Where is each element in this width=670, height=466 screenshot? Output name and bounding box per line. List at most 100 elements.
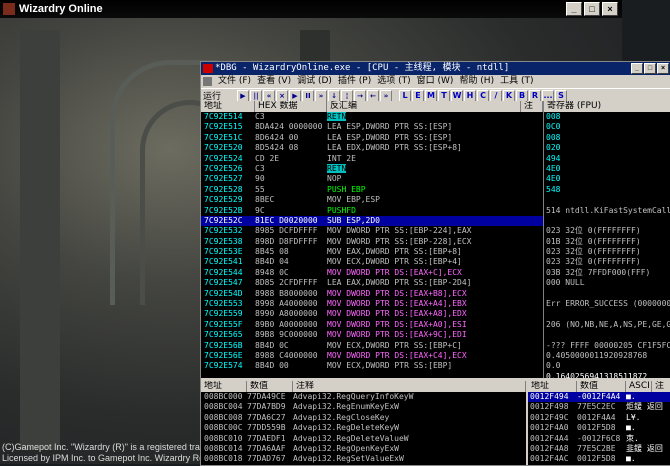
table-row[interactable]: 7C92E528 55 PUSH EBP [201,185,543,195]
stack-column-value[interactable]: 数值 [577,381,626,392]
table-row[interactable]: 7C92E53E 8B45 08 MOV EAX,DWORD PTR SS:[EBP… [201,247,543,257]
toolbar-button[interactable]: ▶ [237,89,249,102]
registers-pane[interactable]: 寄存器 (FPU) 008 0C0 008 020 494 4E0 4E0 548 514 nt… [543,101,670,422]
toolbar-button[interactable]: || [250,89,262,102]
table-row[interactable]: 7C92E52C 81EC D0020000 SUB ESP,2D0 [201,215,543,227]
debugger-maximize-button[interactable]: □ [644,63,656,74]
toolbar-window-button[interactable]: ... [542,89,554,102]
column-comment[interactable]: 注 [521,101,543,112]
dump-column-comment[interactable]: 注释 [293,381,526,392]
table-row[interactable]: 7C92E54D 8988 B8000000 MOV DWORD PTR DS:[E… [201,289,543,299]
table-row[interactable]: 7C92E532 8985 DCFDFFFF MOV DWORD PTR SS:[E… [201,226,543,236]
table-row[interactable]: 7C92E514 C3 RETN [201,112,543,122]
registers-title[interactable]: 寄存器 (FPU) [544,101,670,112]
menu-item[interactable]: 窗口 (W) [417,76,454,86]
table-row[interactable]: 0012F4A4 -0012F6C8 朿. [528,434,670,444]
toolbar-button[interactable]: ← [367,89,379,102]
toolbar-button[interactable]: « [263,89,275,102]
table-row[interactable]: 7C92E565 89B8 9C000000 MOV DWORD PTR DS:[E… [201,330,543,340]
table-row[interactable]: 0012F498 77E5C2EC 炬鍰 返回 [528,402,670,412]
toolbar-window-button[interactable]: E [412,89,424,102]
toolbar-button[interactable]: ¦ [341,89,353,102]
minimize-button[interactable]: _ [566,2,582,16]
table-row[interactable]: 7C92E55F 89B0 A0000000 MOV DWORD PTR DS:[E… [201,320,543,330]
toolbar-window-button[interactable]: R [529,89,541,102]
table-row[interactable]: 7C92E527 90 NOP [201,174,543,184]
debugger-window[interactable]: *DBG - WizardryOnline.exe - [CPU - 主线程, … [200,61,670,466]
table-row[interactable]: 7C92E574 8B4D 00 MOV ECX,DWORD PTR SS:[EBP… [201,361,543,371]
table-row[interactable]: 7C92E544 8948 0C MOV DWORD PTR DS:[EAX+C],… [201,268,543,278]
table-row[interactable]: 7C92E529 8BEC MOV EBP,ESP [201,195,543,205]
toolbar-button[interactable]: ↓ [328,89,340,102]
table-row[interactable]: 0012F4A8 77E5C2BE 韭鍰 返回 [528,444,670,454]
toolbar-window-button[interactable]: S [555,89,567,102]
cpu-disassembly-pane[interactable]: 地址 HEX 数据 反汇编 注 7C92E514 C3 RETN 7C92E515 8D… [201,101,543,378]
toolbar-window-button[interactable]: L [399,89,411,102]
maximize-button[interactable]: □ [584,2,600,16]
table-row[interactable]: 7C92E56E 8988 C4000000 MOV DWORD PTR DS:[E… [201,351,543,361]
table-row[interactable]: 0012F494 -0012F4A4 ■. [528,392,670,403]
table-row[interactable]: 7C92E559 8990 A8000000 MOV DWORD PTR DS:[E… [201,309,543,319]
stack-column-ascii[interactable]: ASCI [626,381,652,392]
dump-column-value[interactable]: 数值 [247,381,293,392]
table-row[interactable]: 7C92E553 8998 A4000000 MOV DWORD PTR DS:[E… [201,299,543,309]
table-row[interactable]: 7C92E56B 8B4D 0C MOV ECX,DWORD PTR SS:[EBP… [201,341,543,351]
table-row[interactable]: 7C92E515 8DA424 0000000 LEA ESP,DWORD PTR … [201,122,543,132]
dump-column-address[interactable]: 地址 [201,381,247,392]
table-row[interactable]: 0012F4AC 0012F5D8 ■. [528,454,670,464]
column-address[interactable]: 地址 [201,101,255,112]
menu-item[interactable]: 帮助 (H) [459,76,494,86]
toolbar-window-button[interactable]: / [490,89,502,102]
table-row[interactable]: 7C92E524 CD 2E INT 2E [201,154,543,164]
table-row[interactable]: 0012F4A0 0012F5D8 ■. [528,423,670,433]
table-row[interactable]: 7C92E526 C3 RETN [201,163,543,174]
document-icon[interactable] [203,77,212,86]
menu-item[interactable]: 查看 (V) [257,76,291,86]
menu-item[interactable]: 工具 (T) [500,76,533,86]
close-button[interactable]: × [602,2,618,16]
debugger-close-button[interactable]: × [657,63,669,74]
toolbar-window-button[interactable]: C [477,89,489,102]
toolbar-window-button[interactable]: H [464,89,476,102]
table-row[interactable]: 7C92E52B 9C PUSHFD [201,206,543,216]
stack-column-comment[interactable]: 注 [652,381,670,392]
toolbar-window-button[interactable]: B [516,89,528,102]
toolbar-window-button[interactable]: T [438,89,450,102]
toolbar-button[interactable]: » [315,89,327,102]
menu-item[interactable]: 调试 (D) [297,76,332,86]
toolbar-window-button[interactable]: W [451,89,463,102]
debugger-minimize-button[interactable]: _ [631,63,643,74]
dump-pane[interactable]: 地址 数值 注释 008BC000 77DA49CE Advapi32.RegQue… [201,381,526,465]
debugger-titlebar[interactable]: *DBG - WizardryOnline.exe - [CPU - 主线程, … [201,62,670,75]
menu-item[interactable]: 文件 (F) [218,76,251,86]
table-row[interactable]: 008BC00C 77DD559B Advapi32.RegDeleteKeyW [201,423,526,433]
toolbar-button[interactable]: → [354,89,366,102]
toolbar-button[interactable]: II [302,89,314,102]
table-row[interactable]: 7C92E541 8B4D 04 MOV ECX,DWORD PTR SS:[EBP… [201,257,543,267]
row-hex: 8B45 08 [255,247,289,257]
game-window-titlebar[interactable]: Wizardry Online _ □ × [0,0,622,18]
table-row[interactable]: 7C92E520 8D5424 08 LEA EDX,DWORD PTR SS:[E… [201,143,543,153]
menu-item[interactable]: 插件 (P) [338,76,371,86]
table-row[interactable]: 7C92E51C 8D6424 00 LEA ESP,DWORD PTR SS:[E… [201,133,543,143]
toolbar-button[interactable]: × [276,89,288,102]
table-row[interactable]: 008BC008 77DA6C27 Advapi32.RegCloseKey [201,413,526,423]
menu-item[interactable]: 选项 (T) [377,76,410,86]
toolbar-button[interactable]: ▶ [289,89,301,102]
column-hex[interactable]: HEX 数据 [255,101,327,112]
stack-column-address[interactable]: 地址 [528,381,577,392]
table-row[interactable]: 008BC018 77DAD767 Advapi32.RegSetValueExW [201,454,526,464]
toolbar-button[interactable]: » [380,89,392,102]
toolbar-window-button[interactable]: K [503,89,515,102]
column-disasm[interactable]: 反汇编 [327,101,521,112]
table-row[interactable]: 7C92E538 898D D8FDFFFF MOV DWORD PTR SS:[E… [201,237,543,247]
table-row[interactable]: 008BC010 77DAEDF1 Advapi32.RegDeleteValueW [201,434,526,444]
table-row[interactable]: 0012F49C 0012F4A4 L¥. [528,413,670,423]
toolbar-window-button[interactable]: M [425,89,437,102]
table-row[interactable]: 008BC014 77DA6AAF Advapi32.RegOpenKeyExW [201,444,526,454]
table-row[interactable]: 008BC004 77DA7BD9 Advapi32.RegEnumKeyExW [201,402,526,412]
register-line: 023 32位 0(FFFFFFFF) [546,226,641,236]
stack-pane[interactable]: 地址 数值 ASCI 注 0012F494 -0012F4A4 ■. 0012F498… [526,381,670,465]
table-row[interactable]: 008BC000 77DA49CE Advapi32.RegQueryInfoKey… [201,392,526,402]
table-row[interactable]: 7C92E547 8D85 2CFDFFFF LEA EAX,DWORD PTR S… [201,278,543,288]
